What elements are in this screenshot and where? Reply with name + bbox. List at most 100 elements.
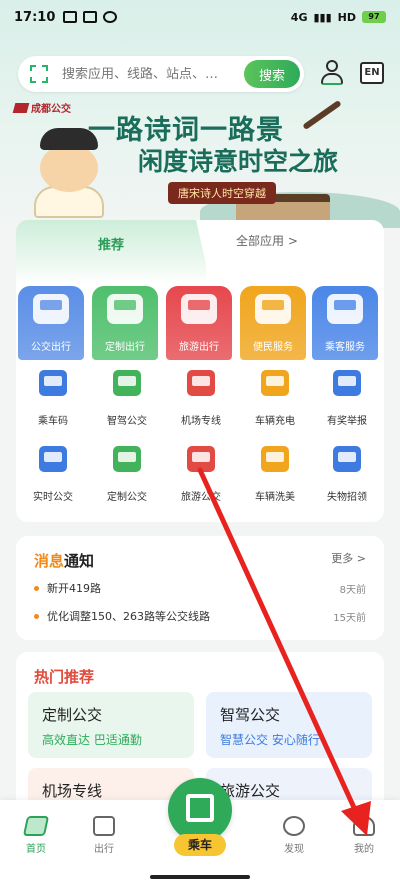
home-icon [22, 816, 50, 836]
featured-tile-4[interactable]: 乘客服务 [312, 286, 378, 360]
tab-all-apps[interactable]: 全部应用 > [236, 232, 298, 249]
notice-item[interactable]: 优化调整150、263路等公交线路 15天前 [34, 608, 366, 624]
service-label: 实时公交 [33, 492, 73, 503]
hot-item-title: 定制公交 [42, 706, 103, 724]
service-label: 旅游公交 [181, 492, 221, 503]
tab-label: 发现 [284, 844, 304, 855]
service-icon [39, 446, 67, 472]
qr-code-icon [186, 794, 214, 822]
service-icon [261, 370, 289, 396]
service-icon [333, 370, 361, 396]
service-icon [113, 446, 141, 472]
tab-discover[interactable]: 发现 [264, 816, 324, 855]
hot-item-subtitle: 智慧公交 安心随行 [220, 733, 320, 747]
scan-icon[interactable] [30, 65, 48, 83]
service-item-1[interactable]: 定制公交 [92, 442, 162, 512]
notice-time: 15天前 [333, 612, 366, 624]
hot-item-title: 机场专线 [42, 782, 103, 800]
bullet-dot [34, 585, 39, 591]
tab-label: 首页 [26, 844, 46, 855]
profile-icon [353, 816, 375, 836]
service-tabs: 推荐 全部应用 > [16, 220, 384, 284]
service-icon [113, 370, 141, 396]
notice-time: 8天前 [339, 584, 366, 596]
service-label: 智驾公交 [107, 416, 147, 427]
brush-art [302, 99, 342, 131]
services-card: 推荐 全部应用 > 公交出行 定制出行 旅游出行 便民服务 乘客服务乘车码 智驾公交 机场专… [16, 220, 384, 522]
featured-tile-0[interactable]: 公交出行 [18, 286, 84, 360]
service-item-0[interactable]: 乘车码 [18, 366, 88, 436]
hot-item-custom-bus[interactable]: 定制公交 高效直达 巴适通勤 [28, 692, 194, 758]
tab-mine[interactable]: 我的 [334, 816, 394, 855]
notice-more-link[interactable]: 更多 > [331, 550, 366, 566]
search-button[interactable]: 搜索 [244, 60, 300, 88]
featured-tile-3[interactable]: 便民服务 [240, 286, 306, 360]
tab-home[interactable]: 首页 [6, 816, 66, 855]
compass-icon [283, 816, 305, 836]
service-icon [187, 446, 215, 472]
featured-tile-2[interactable]: 旅游出行 [166, 286, 232, 360]
notice-title: 消息通知 [34, 552, 95, 570]
service-label: 定制公交 [107, 492, 147, 503]
ride-qr-button[interactable] [168, 778, 232, 842]
banner-title-2: 闲度诗意时空之旅 [138, 147, 339, 176]
hot-item-subtitle: 高效直达 巴适通勤 [42, 733, 142, 747]
network-label: 4G [290, 10, 308, 24]
category-icon [33, 294, 69, 324]
image-icon [83, 11, 98, 23]
category-icon [107, 294, 143, 324]
service-item-2[interactable]: 机场专线 [166, 366, 236, 436]
service-label: 旅游出行 [179, 342, 219, 353]
tab-travel[interactable]: 出行 [74, 816, 134, 855]
notice-card: 消息通知 更多 > 新开419路 8天前 优化调整150、263路等公交线路 1… [16, 536, 384, 640]
status-time: 17:10 [14, 9, 56, 25]
map-icon [93, 816, 115, 836]
hot-item-title: 智驾公交 [220, 706, 281, 724]
search-input[interactable] [62, 66, 244, 82]
service-item-0[interactable]: 实时公交 [18, 442, 88, 512]
ride-label[interactable]: 乘车 [174, 834, 226, 856]
service-icon [187, 370, 215, 396]
brand-logo: 成都公交 [12, 100, 71, 115]
notice-item[interactable]: 新开419路 8天前 [34, 580, 366, 596]
hot-item-title: 旅游公交 [220, 782, 281, 800]
service-label: 失物招领 [327, 492, 367, 503]
service-label: 便民服务 [253, 342, 293, 353]
banner-subtitle: 唐宋诗人时空穿越 [168, 182, 276, 204]
bullet-dot [34, 613, 39, 619]
check-icon [103, 11, 118, 23]
service-label: 车辆洗美 [255, 492, 295, 503]
mail-icon [63, 11, 78, 23]
language-button[interactable]: EN [360, 62, 384, 84]
category-icon [181, 294, 217, 324]
notice-text: 优化调整150、263路等公交线路 [47, 610, 210, 623]
battery-icon: 97 [362, 11, 386, 23]
service-item-4[interactable]: 有奖举报 [312, 366, 382, 436]
service-item-4[interactable]: 失物招领 [312, 442, 382, 512]
hot-item-smart-bus[interactable]: 智驾公交 智慧公交 安心随行 [206, 692, 372, 758]
promo-banner[interactable]: 成都公交 一路诗词一路景 闲度诗意时空之旅 唐宋诗人时空穿越 [0, 96, 400, 228]
service-item-2[interactable]: 旅游公交 [166, 442, 236, 512]
service-label: 机场专线 [181, 416, 221, 427]
service-item-3[interactable]: 车辆充电 [240, 366, 310, 436]
hot-title: 热门推荐 [34, 668, 95, 686]
service-item-1[interactable]: 智驾公交 [92, 366, 162, 436]
hd-label: HD [337, 10, 356, 24]
tab-recommend[interactable]: 推荐 [16, 220, 206, 284]
featured-tile-1[interactable]: 定制出行 [92, 286, 158, 360]
category-icon [255, 294, 291, 324]
tab-label: 出行 [94, 844, 114, 855]
notice-text: 新开419路 [47, 582, 101, 595]
tab-label: 我的 [354, 844, 374, 855]
service-item-3[interactable]: 车辆洗美 [240, 442, 310, 512]
service-icon [333, 446, 361, 472]
status-bar: 17:10 4G ▮▮▮ HD 97 [0, 0, 400, 34]
user-icon[interactable] [320, 60, 344, 86]
service-label: 定制出行 [105, 342, 145, 353]
service-label: 公交出行 [31, 342, 71, 353]
signal-icon: ▮▮▮ [313, 10, 332, 24]
search-bar: 搜索 [18, 56, 304, 92]
service-label: 有奖举报 [327, 416, 367, 427]
service-label: 乘客服务 [325, 342, 365, 353]
service-label: 乘车码 [38, 416, 68, 427]
